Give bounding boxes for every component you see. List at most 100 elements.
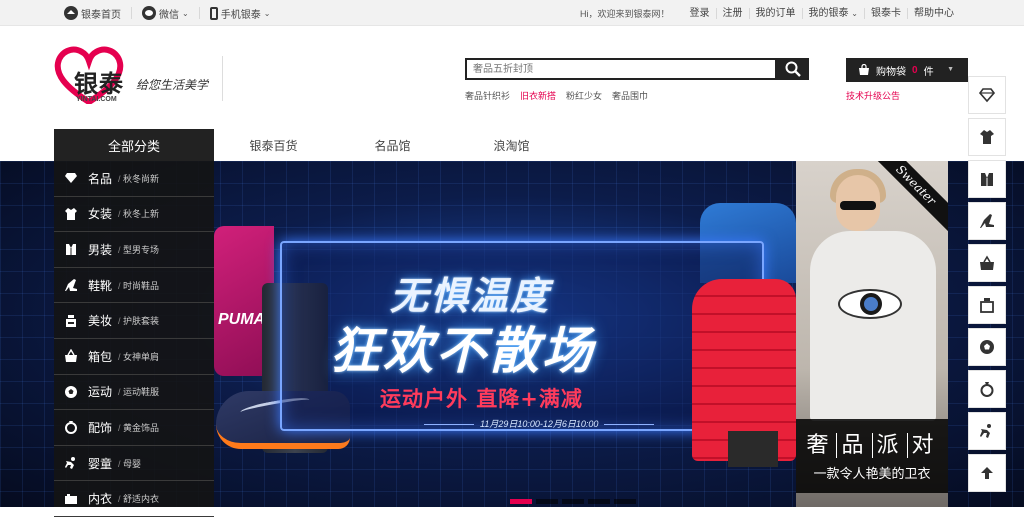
nav-item-department-store[interactable]: 银泰百货 <box>214 137 333 154</box>
home-icon <box>64 6 78 20</box>
all-categories-header[interactable]: 全部分类 <box>54 129 214 161</box>
category-slogan: 运动鞋服 <box>118 385 159 398</box>
top-bar-right: Hi，欢迎来到银泰网！ 登录 注册 我的订单 我的银泰 ⌄ 银泰卡 帮助中心 <box>580 0 960 26</box>
side-ball-button[interactable] <box>968 328 1006 366</box>
cart-label: 购物袋 <box>876 66 906 78</box>
help-center-link[interactable]: 帮助中心 <box>907 7 960 19</box>
category-menu: 名品 秋冬尚新 女装 秋冬上新 男装 型男专场 鞋靴 时尚鞋品 美妆 护肤套装 … <box>54 161 214 517</box>
hot-search-words: 奢品针织衫 旧衣新搭 粉红少女 奢品围巾 <box>465 89 648 102</box>
search-icon <box>785 61 801 77</box>
heel-icon <box>980 214 994 228</box>
ring-icon <box>980 382 994 397</box>
side-heel-button[interactable] <box>968 202 1006 240</box>
category-slogan: 护肤套装 <box>118 314 159 327</box>
baby-icon <box>64 456 78 470</box>
wechat-link[interactable]: 微信 ⌄ <box>142 6 189 21</box>
category-item-men[interactable]: 男装 型男专场 <box>54 232 214 268</box>
category-item-baby[interactable]: 婴童 母婴 <box>54 446 214 482</box>
heel-icon <box>64 278 78 292</box>
chevron-down-icon: ⌄ <box>263 8 271 18</box>
search-input[interactable] <box>465 58 777 80</box>
side-toolbar <box>968 76 1006 496</box>
hotword-link[interactable]: 旧衣新搭 <box>520 89 556 102</box>
promo-subtitle: 一款令人艳美的卫衣 <box>813 466 931 481</box>
hotword-link[interactable]: 奢品围巾 <box>612 89 648 102</box>
search-button[interactable] <box>776 58 809 80</box>
promo-title-char: 奢 <box>806 433 833 458</box>
search-box <box>465 58 809 80</box>
my-orders-link[interactable]: 我的订单 <box>748 7 802 19</box>
top-arrow-icon <box>981 467 993 479</box>
jacket-bottom-decoration <box>728 431 778 467</box>
hotword-link[interactable]: 奢品针织衫 <box>465 89 510 102</box>
side-dress-button[interactable] <box>968 118 1006 156</box>
category-item-underwear[interactable]: 内衣 舒适内衣 <box>54 481 214 517</box>
slide-dot[interactable] <box>562 499 584 504</box>
slide-dot[interactable] <box>588 499 610 504</box>
cosmetic-icon <box>64 314 78 328</box>
bag-icon <box>859 64 869 75</box>
side-diamond-button[interactable] <box>968 76 1006 114</box>
phone-icon <box>209 6 218 20</box>
slide-dot[interactable] <box>510 499 532 504</box>
back-to-top-button[interactable] <box>968 454 1006 492</box>
category-slogan: 秋冬上新 <box>118 207 159 220</box>
promo-title-char: 对 <box>906 433 942 458</box>
category-item-bags[interactable]: 箱包 女神单肩 <box>54 339 214 375</box>
eye-pupil-image <box>860 293 882 315</box>
category-item-sports[interactable]: 运动 运动鞋服 <box>54 375 214 411</box>
mobile-link[interactable]: 手机银泰 ⌄ <box>209 6 271 21</box>
shopping-bag-button[interactable]: 购物袋 0 件 ▼ <box>846 58 968 82</box>
divider <box>222 56 223 101</box>
yintai-card-link[interactable]: 银泰卡 <box>864 7 907 19</box>
upgrade-notice-link[interactable]: 技术升级公告 <box>846 89 900 102</box>
logo-slogan: 给您生活美学 <box>136 78 209 92</box>
category-item-accessories[interactable]: 配饰 黄金饰品 <box>54 410 214 446</box>
underwear-icon <box>64 492 78 506</box>
logo-brand-text: 银泰 <box>74 70 124 98</box>
wechat-label: 微信 <box>159 9 179 21</box>
category-name: 箱包 <box>88 349 113 364</box>
register-link[interactable]: 注册 <box>715 7 749 19</box>
logo[interactable]: 银泰 YINTAI.COM 给您生活美学 <box>54 46 224 106</box>
category-item-shoes[interactable]: 鞋靴 时尚鞋品 <box>54 268 214 304</box>
category-slogan: 女神单肩 <box>118 350 159 363</box>
category-item-women[interactable]: 女装 秋冬上新 <box>54 197 214 233</box>
main-nav: 银泰百货 名品馆 浪淘馆 <box>214 129 571 161</box>
promo-title-char: 派 <box>871 433 907 458</box>
my-yintai-label: 我的银泰 <box>808 7 849 19</box>
slide-dot[interactable] <box>536 499 558 504</box>
hotword-link[interactable]: 粉红少女 <box>566 89 602 102</box>
category-slogan: 秋冬尚新 <box>118 172 159 185</box>
slide-indicators <box>510 499 636 504</box>
slide-dot[interactable] <box>614 499 636 504</box>
login-link[interactable]: 登录 <box>684 8 716 19</box>
side-shirt-button[interactable] <box>968 160 1006 198</box>
nav-item-langtao-hall[interactable]: 浪淘馆 <box>452 137 571 154</box>
banner-subline: 运动户外 直降+满减 <box>380 387 583 411</box>
category-name: 运动 <box>88 385 113 400</box>
logo-domain-text: YINTAI.COM <box>76 96 117 103</box>
category-slogan: 型男专场 <box>118 243 159 256</box>
dress-icon <box>64 207 78 221</box>
category-item-luxury[interactable]: 名品 秋冬尚新 <box>54 161 214 197</box>
chevron-down-icon: ⌄ <box>851 8 858 18</box>
home-link[interactable]: 银泰首页 <box>64 6 121 21</box>
category-name: 名品 <box>88 171 113 186</box>
category-name: 美妆 <box>88 314 113 329</box>
cart-unit: 件 <box>923 66 934 78</box>
side-bag-button[interactable] <box>968 244 1006 282</box>
my-yintai-link[interactable]: 我的银泰 ⌄ <box>801 7 864 19</box>
baby-icon <box>980 424 991 438</box>
category-slogan: 舒适内衣 <box>118 492 159 505</box>
side-baby-button[interactable] <box>968 412 1006 450</box>
side-ring-button[interactable] <box>968 370 1006 408</box>
nav-item-brand-hall[interactable]: 名品馆 <box>333 137 452 154</box>
shirt-icon <box>981 173 993 186</box>
category-item-beauty[interactable]: 美妆 护肤套装 <box>54 303 214 339</box>
side-cosmetic-button[interactable] <box>968 286 1006 324</box>
top-bar: 银泰首页 微信 ⌄ 手机银泰 ⌄ Hi，欢迎来到银泰网！ 登录 注册 我的订单 … <box>0 0 1024 26</box>
sweater-promo-banner[interactable]: Sweater 奢品派对 一款令人艳美的卫衣 <box>796 161 948 507</box>
welcome-text: Hi，欢迎来到银泰网！ <box>580 8 670 19</box>
chevron-down-icon: ⌄ <box>182 8 189 18</box>
